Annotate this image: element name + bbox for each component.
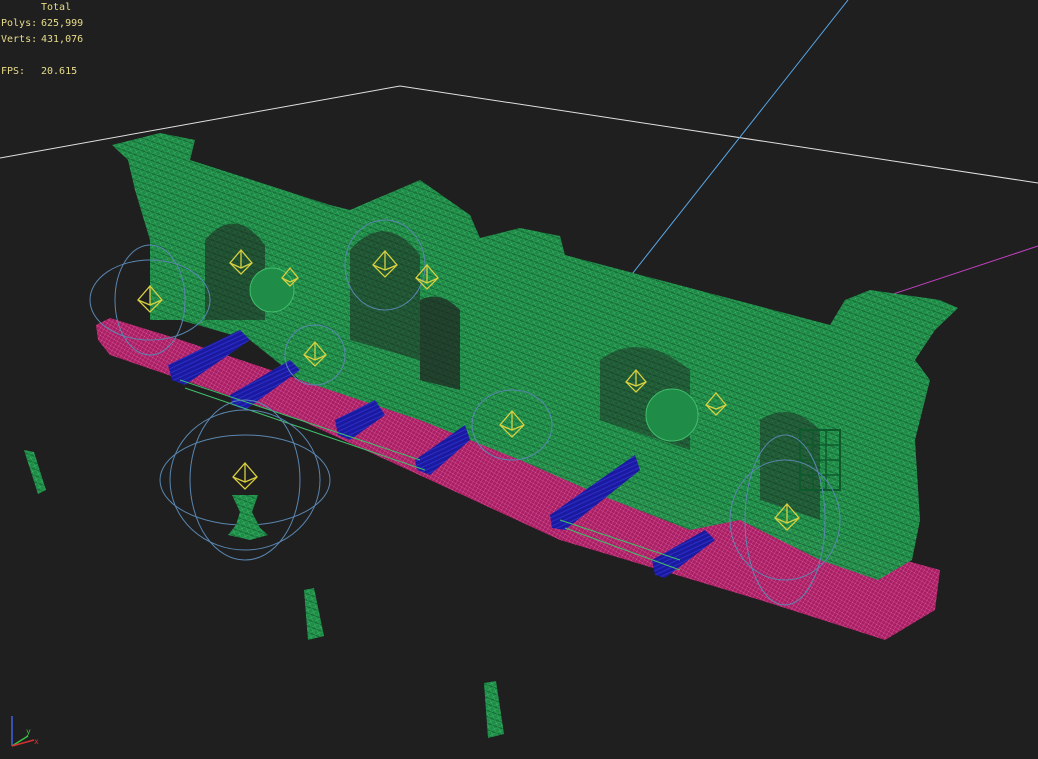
- verts-label: Verts:: [1, 34, 38, 45]
- polys-label: Polys:: [1, 18, 38, 29]
- axis-x-label: x: [34, 737, 39, 746]
- fps-value: 20.615: [41, 66, 78, 77]
- stats-header: Total: [41, 2, 72, 13]
- wireframe-lantern[interactable]: [228, 495, 268, 540]
- verts-value: 431,076: [41, 34, 84, 45]
- axis-gizmo-icon: y x: [11, 716, 39, 747]
- target-line-blue: [609, 0, 849, 303]
- wireframe-props[interactable]: [24, 450, 504, 738]
- viewport-statistics: Total Polys: 625,999 Verts: 431,076 FPS: 20.6…: [1, 0, 83, 80]
- target-line-magenta: [874, 245, 1038, 301]
- 3d-viewport[interactable]: y x: [0, 0, 1038, 759]
- fps-label: FPS:: [1, 66, 26, 77]
- light-helper-icon: [232, 462, 258, 490]
- axis-y-label: y: [26, 727, 31, 736]
- polys-value: 625,999: [41, 18, 84, 29]
